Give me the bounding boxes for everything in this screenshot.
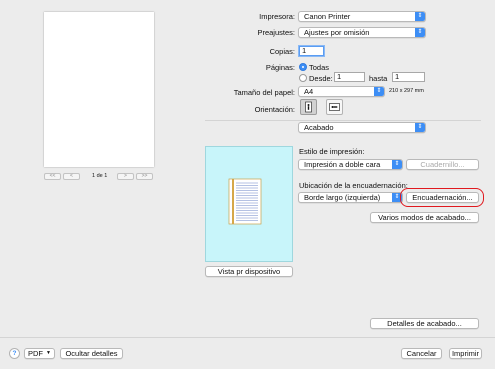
print-style-popup[interactable]: Impresión a doble cara ⇕ — [298, 159, 403, 170]
binding-location-value: Borde largo (izquierda) — [304, 193, 381, 202]
settings-section-popup[interactable]: Acabado ⇕ — [298, 122, 426, 133]
pages-from-label: Desde: — [309, 74, 333, 83]
device-view-button[interactable]: Vista pr dispositivo — [205, 266, 293, 277]
popup-arrows-icon: ⇕ — [415, 123, 425, 132]
pages-all-radio[interactable] — [299, 63, 307, 71]
landscape-orientation-button[interactable] — [326, 99, 343, 115]
pages-to-input[interactable]: 1 — [392, 72, 425, 82]
cancel-button[interactable]: Cancelar — [401, 348, 442, 359]
copies-label: Copias: — [269, 47, 295, 56]
pages-to-label: hasta — [369, 74, 388, 83]
finishing-modes-button[interactable]: Varios modos de acabado... — [370, 212, 479, 223]
print-button[interactable]: Imprimir — [449, 348, 482, 359]
last-page-button[interactable]: >> — [136, 173, 153, 180]
presets-value: Ajustes por omisión — [304, 28, 370, 37]
previous-page-button[interactable]: < — [63, 173, 80, 180]
chevron-down-icon: ▼ — [46, 350, 51, 356]
portrait-orientation-button[interactable] — [300, 99, 317, 115]
portrait-icon — [305, 101, 312, 113]
paper-dimensions: 210 x 297 mm — [389, 88, 424, 94]
paper-size-value: A4 — [304, 87, 314, 96]
popup-arrows-icon: ⇕ — [374, 87, 384, 96]
copies-input[interactable]: 1 — [299, 46, 324, 56]
printer-value: Canon Printer — [304, 12, 351, 21]
popup-arrows-icon: ⇕ — [392, 160, 402, 169]
page-preview — [44, 12, 154, 167]
binding-location-popup[interactable]: Borde largo (izquierda) ⇕ — [298, 192, 403, 203]
finishing-details-button[interactable]: Detalles de acabado... — [370, 318, 479, 329]
printer-label: Impresora: — [259, 12, 295, 21]
paper-size-label: Tamaño del papel: — [233, 88, 295, 97]
hide-details-button[interactable]: Ocultar detalles — [60, 348, 123, 359]
popup-arrows-icon: ⇕ — [415, 28, 425, 37]
booklet-icon — [228, 178, 262, 225]
next-page-button[interactable]: > — [117, 173, 134, 180]
pdf-menu-button[interactable]: PDF ▼ — [24, 348, 55, 359]
help-button[interactable]: ? — [9, 348, 20, 359]
pages-from-input[interactable]: 1 — [334, 72, 365, 82]
device-preview — [205, 146, 293, 262]
pages-all-label: Todas — [309, 63, 330, 72]
first-page-button[interactable]: << — [44, 173, 61, 180]
section-divider — [205, 120, 481, 121]
print-style-value: Impresión a doble cara — [304, 160, 381, 169]
footer-divider — [0, 337, 495, 338]
pdf-label: PDF — [28, 349, 43, 358]
page-counter: 1 de 1 — [92, 173, 108, 179]
landscape-icon — [329, 103, 340, 111]
popup-arrows-icon: ⇕ — [415, 12, 425, 21]
section-value: Acabado — [304, 123, 334, 132]
pages-label: Páginas: — [265, 63, 295, 72]
binding-location-label: Ubicación de la encuadernación: — [299, 181, 408, 190]
paper-size-popup[interactable]: A4 ⇕ — [298, 86, 385, 97]
presets-label: Preajustes: — [257, 28, 295, 37]
binding-button-highlight — [400, 188, 484, 207]
print-style-label: Estilo de impresión: — [299, 147, 365, 156]
presets-popup[interactable]: Ajustes por omisión ⇕ — [298, 27, 426, 38]
orientation-label: Orientación: — [254, 105, 295, 114]
printer-popup[interactable]: Canon Printer ⇕ — [298, 11, 426, 22]
pages-from-radio[interactable] — [299, 74, 307, 82]
booklet-button[interactable]: Cuadernillo... — [406, 159, 479, 170]
